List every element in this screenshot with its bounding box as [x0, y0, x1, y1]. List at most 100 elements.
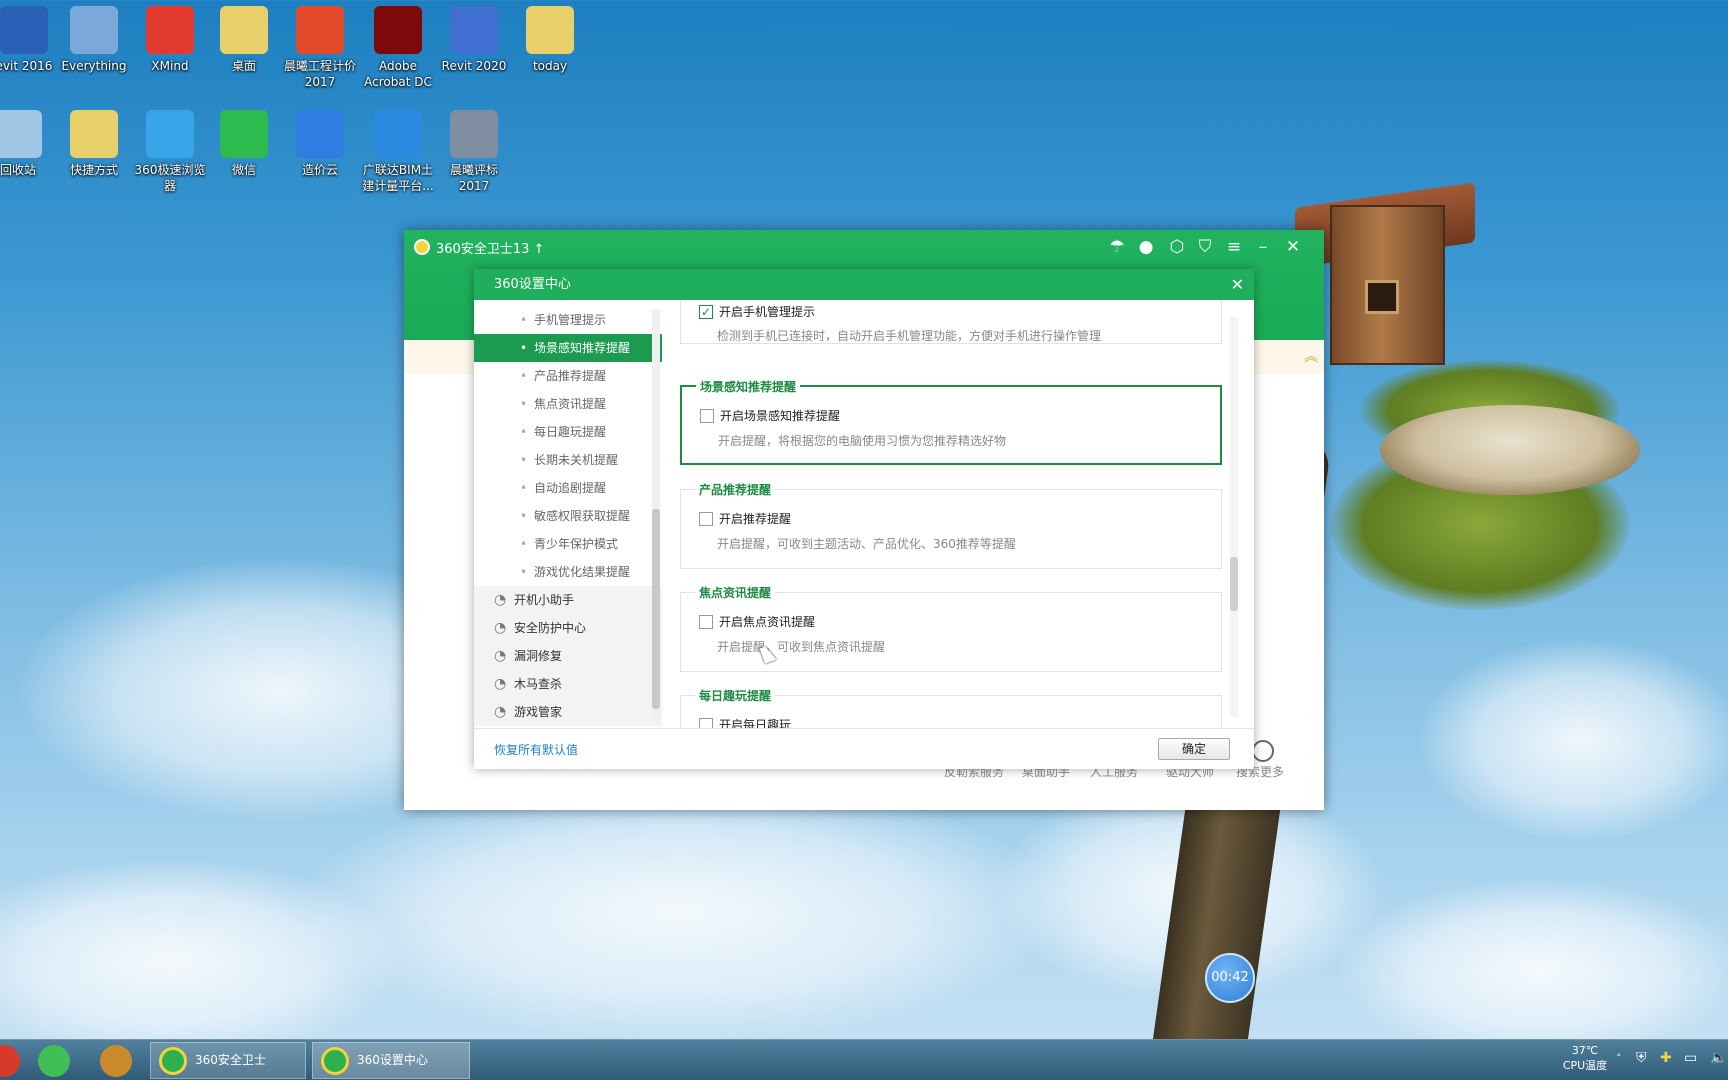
task-360-settings[interactable]: 360设置中心 — [312, 1042, 470, 1079]
wechat-icon[interactable] — [38, 1045, 70, 1077]
desktop-icon-r2-0[interactable]: 回收站 — [0, 110, 56, 178]
tray-expand-icon[interactable]: ˄ — [1616, 1052, 1622, 1065]
section-legend: 焦点资讯提醒 — [695, 584, 776, 601]
desktop-icon-label: Everything — [61, 59, 127, 73]
desktop-icon-label: Revit 2020 — [441, 59, 507, 73]
chevron-up-icon[interactable]: ︽ — [1304, 346, 1318, 366]
nav-item[interactable]: ◔ 开机小助手 — [474, 586, 662, 614]
nav-item[interactable]: ◔ 木马查杀 — [474, 670, 662, 698]
desktop-icon-r1-4[interactable]: 晨曦工程计价2017 — [282, 6, 358, 90]
desktop-icon-label: 晨曦工程计价2017 — [283, 59, 356, 89]
acrobat-icon — [374, 6, 422, 54]
settings-content: ✓ 开启手机管理提示 检测到手机已连接时，自动开启手机管理功能，方便对手机进行操… — [670, 300, 1240, 728]
desktop-icon-r2-4[interactable]: 造价云 — [282, 110, 358, 178]
shirt-icon[interactable]: ⛉ — [1192, 234, 1218, 260]
avatar-icon[interactable]: ● — [1133, 234, 1159, 260]
close-icon[interactable]: ✕ — [1231, 269, 1244, 300]
nav-subitem[interactable]: 场景感知推荐提醒 — [474, 334, 662, 362]
checkbox[interactable] — [699, 717, 713, 728]
desktop-icon-r2-2[interactable]: 360极速浏览器 — [132, 110, 208, 194]
recording-timer[interactable]: 00:42 — [1205, 953, 1255, 1003]
checkbox[interactable] — [699, 614, 713, 629]
nav-subitem[interactable]: 每日趣玩提醒 — [474, 418, 662, 446]
desktop-icon-r1-1[interactable]: Everything — [56, 6, 132, 74]
desktop-icon-label: 造价云 — [301, 163, 338, 177]
desktop-icon-label: today — [532, 59, 568, 73]
checkbox[interactable] — [700, 408, 714, 423]
section-desc: 开启提醒，将根据您的电脑使用习惯为您推荐精选好物 — [718, 434, 1007, 448]
section-legend: 产品推荐提醒 — [695, 481, 776, 498]
nav-subitem[interactable]: 青少年保护模式 — [474, 530, 662, 558]
main-window-title: 360安全卫士13 ↑ — [436, 242, 545, 257]
desktop-icon-r1-2[interactable]: XMind — [132, 6, 208, 74]
task-360-safe[interactable]: 360安全卫士 — [150, 1042, 306, 1079]
desktop-icon-r2-1[interactable]: 快捷方式 — [56, 110, 132, 178]
desktop-icon-r1-5[interactable]: Adobe Acrobat DC — [360, 6, 436, 90]
task-label: 360设置中心 — [357, 1053, 428, 1067]
restore-defaults-link[interactable]: 恢复所有默认值 — [494, 741, 578, 758]
content-scroll-thumb[interactable] — [1230, 557, 1238, 611]
trojan-icon: ◔ — [494, 676, 507, 692]
minimize-icon[interactable]: – — [1250, 234, 1276, 260]
wechat-icon — [220, 110, 268, 158]
cpu-temp[interactable]: 37℃ CPU温度 — [1560, 1044, 1610, 1073]
nav-item-label: 安全防护中心 — [514, 621, 587, 635]
content-scrollbar[interactable] — [1230, 317, 1238, 717]
section-phone: ✓ 开启手机管理提示 检测到手机已连接时，自动开启手机管理功能，方便对手机进行操… — [680, 300, 1222, 344]
scene-checkbox-row[interactable]: 开启场景感知推荐提醒 — [700, 407, 840, 424]
nav-item[interactable]: ◔ 游戏管家 — [474, 698, 662, 726]
nav-item-label: 漏洞修复 — [514, 649, 563, 663]
nav-subitem[interactable]: 游戏优化结果提醒 — [474, 558, 662, 586]
focus-checkbox-row[interactable]: 开启焦点资讯提醒 — [699, 613, 815, 630]
section-scene: 场景感知推荐提醒 开启场景感知推荐提醒 开启提醒，将根据您的电脑使用习惯为您推荐… — [680, 378, 1222, 465]
volume-icon[interactable]: 🔈 — [1710, 1050, 1727, 1066]
revit-icon — [0, 6, 48, 54]
nav-item[interactable]: ◔ 漏洞修复 — [474, 642, 662, 670]
360-tray-icon[interactable]: ✚ — [1660, 1050, 1672, 1066]
nav-subitem[interactable]: 敏感权限获取提醒 — [474, 502, 662, 530]
patch-icon: ◔ — [494, 648, 507, 664]
nav-subitem[interactable]: 产品推荐提醒 — [474, 362, 662, 390]
daily-checkbox-row[interactable]: 开启每日趣玩 — [699, 716, 791, 728]
desktop-icon-r1-3[interactable]: 桌面 — [206, 6, 282, 74]
desktop-icon-r1-7[interactable]: today — [512, 6, 588, 74]
360-logo-icon — [414, 239, 430, 255]
acorn-icon[interactable] — [100, 1045, 132, 1077]
task-label: 360安全卫士 — [195, 1053, 266, 1067]
skin-icon[interactable]: ⬡ — [1164, 234, 1190, 260]
desktop-icon-r1-0[interactable]: evit 2016 — [0, 6, 62, 74]
desktop-icon-label: XMind — [151, 59, 189, 73]
product-checkbox-row[interactable]: 开启推荐提醒 — [699, 510, 791, 527]
nav-subitem[interactable]: 长期未关机提醒 — [474, 446, 662, 474]
desktop-icon-r2-5[interactable]: 广联达BIM土建计量平台... — [360, 110, 436, 194]
close-icon[interactable]: ✕ — [1280, 234, 1306, 260]
checkbox-label: 开启场景感知推荐提醒 — [720, 409, 841, 423]
checkbox-label: 开启每日趣玩 — [719, 718, 792, 728]
cost-cloud-icon — [296, 110, 344, 158]
phone-checkbox-row[interactable]: ✓ 开启手机管理提示 — [699, 303, 815, 320]
nav-subitem[interactable]: 手机管理提示 — [474, 306, 662, 334]
nav-scrollbar[interactable] — [652, 309, 660, 719]
cpu-temp-value: 37℃ — [1571, 1044, 1599, 1057]
desktop-icon-label: 晨曦评标2017 — [449, 163, 498, 193]
desktop-icon-r2-3[interactable]: 微信 — [206, 110, 282, 178]
checkbox[interactable] — [699, 511, 713, 526]
checkbox[interactable]: ✓ — [699, 304, 713, 319]
network-icon[interactable]: ▭ — [1684, 1050, 1697, 1066]
desktop-icon-r2-6[interactable]: 晨曦评标2017 — [436, 110, 512, 194]
nav-subitem[interactable]: 焦点资讯提醒 — [474, 390, 662, 418]
nav-subitem[interactable]: 自动追剧提醒 — [474, 474, 662, 502]
glodon-bim-icon — [374, 110, 422, 158]
nav-item[interactable]: ◔ 安全防护中心 — [474, 614, 662, 642]
ok-button[interactable]: 确定 — [1158, 738, 1230, 760]
section-legend: 每日趣玩提醒 — [695, 687, 776, 704]
shield-tray-icon[interactable]: ⛨ — [1636, 1050, 1647, 1066]
desktop-icon-r1-6[interactable]: Revit 2020 — [436, 6, 512, 74]
menu-icon[interactable]: ≡ — [1221, 234, 1247, 260]
desktop-icon-label: 桌面 — [231, 59, 256, 73]
nav-scroll-thumb[interactable] — [652, 509, 660, 709]
desktop-icon-label: 360极速浏览器 — [134, 163, 206, 193]
search-icon[interactable] — [1252, 740, 1274, 762]
start-icon[interactable] — [0, 1045, 20, 1077]
umbrella-icon[interactable]: ☂ — [1104, 234, 1130, 260]
